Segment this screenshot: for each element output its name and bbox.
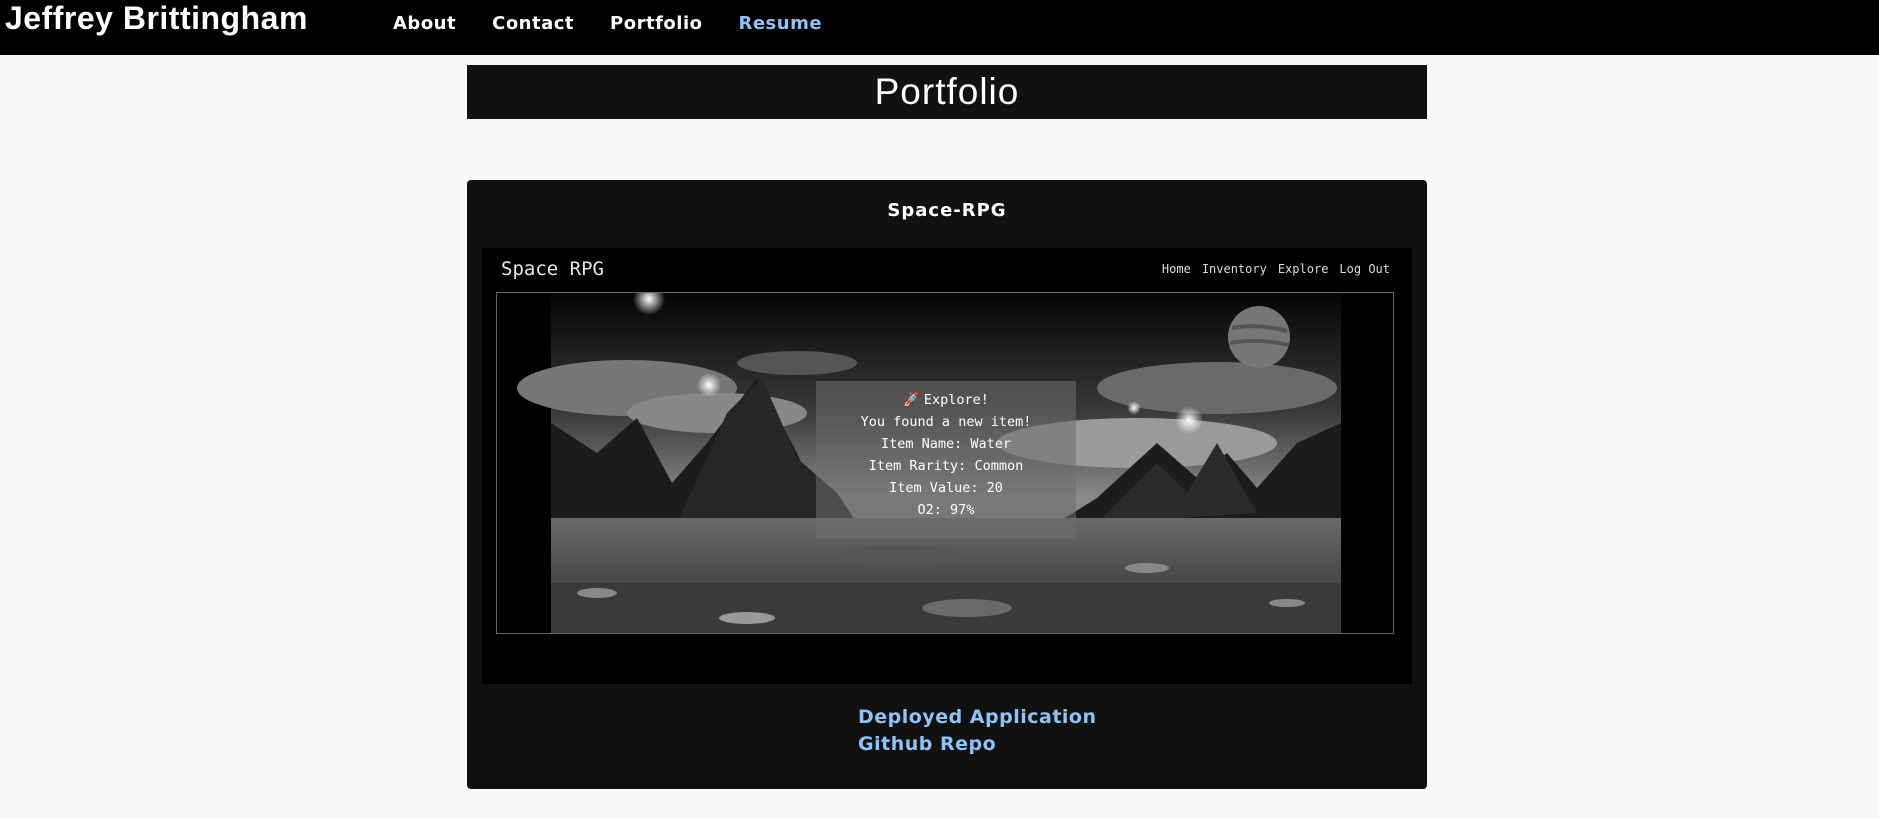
- explore-line: You found a new item!: [860, 414, 1032, 430]
- explore-line: Item Value: 20: [889, 480, 1003, 496]
- screenshot-nav: Home Inventory Explore Log Out: [1162, 262, 1390, 276]
- screenshot-nav-inventory: Inventory: [1201, 262, 1267, 276]
- space-scene-image: 🚀 Explore! You found a new item! Item Na…: [496, 292, 1394, 634]
- project-links: Deployed Application Github Repo: [858, 704, 1097, 758]
- explore-line: Item Rarity: Common: [868, 458, 1024, 474]
- main-nav: About Contact Portfolio Resume: [393, 13, 822, 34]
- top-navbar: Jeffrey Brittingham About Contact Portfo…: [0, 0, 1879, 55]
- screenshot-nav-home: Home: [1161, 262, 1191, 276]
- page-title-bar: Portfolio: [467, 65, 1427, 119]
- screenshot-app-title: Space RPG: [501, 258, 604, 280]
- page-title: Portfolio: [874, 71, 1020, 112]
- deployed-app-link[interactable]: Deployed Application: [858, 704, 1097, 731]
- explore-result-panel: 🚀 Explore! You found a new item! Item Na…: [816, 381, 1076, 539]
- nav-link-about[interactable]: About: [393, 13, 456, 34]
- github-repo-link[interactable]: Github Repo: [858, 731, 1097, 758]
- nav-link-resume[interactable]: Resume: [738, 13, 822, 34]
- explore-line: O2: 97%: [917, 502, 975, 518]
- project-title: Space-RPG: [887, 200, 1007, 221]
- screenshot-nav-logout: Log Out: [1339, 262, 1390, 276]
- project-card: Space-RPG Space RPG Home Inventory Explo…: [467, 180, 1427, 789]
- site-brand[interactable]: Jeffrey Brittingham: [5, 0, 308, 36]
- project-screenshot: Space RPG Home Inventory Explore Log Out: [482, 248, 1412, 684]
- explore-heading: Explore!: [923, 392, 989, 408]
- nav-link-portfolio[interactable]: Portfolio: [610, 13, 702, 34]
- screenshot-nav-explore: Explore: [1277, 262, 1329, 276]
- nav-link-contact[interactable]: Contact: [492, 13, 574, 34]
- explore-line: Item Name: Water: [880, 436, 1012, 452]
- rocket-icon: 🚀: [903, 392, 920, 408]
